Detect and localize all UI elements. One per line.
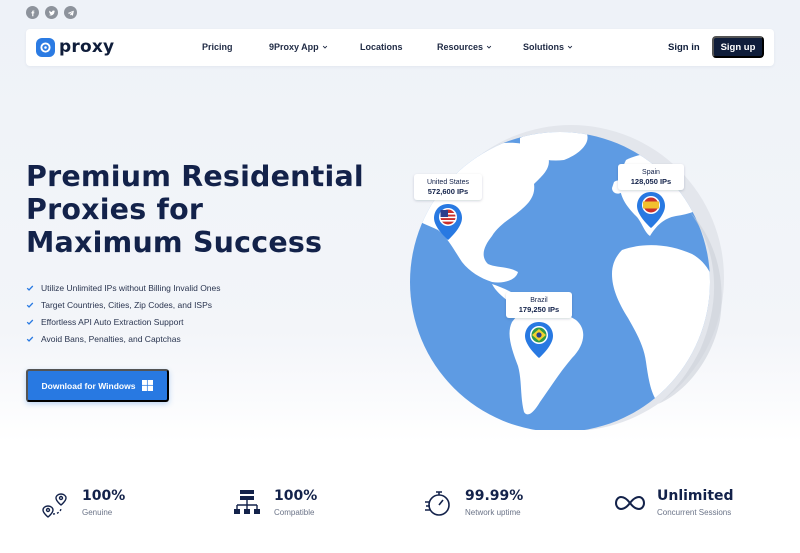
- stat-label: Concurrent Sessions: [657, 508, 732, 517]
- check-icon: [26, 336, 34, 342]
- stat-sessions: Unlimited Concurrent Sessions: [615, 488, 734, 518]
- stat-value: 99.99%: [465, 488, 524, 504]
- headline-line-2: Proxies for: [26, 193, 204, 226]
- check-icon: [26, 319, 34, 325]
- stat-genuine: 100% Genuine: [40, 488, 125, 518]
- feature-list: Utilize Unlimited IPs without Billing In…: [26, 279, 221, 347]
- brand-name: proxy: [59, 37, 115, 57]
- globe-graphic: United States 572,600 IPs Spain 128,050 …: [410, 125, 724, 432]
- download-windows-button[interactable]: Download for Windows: [26, 369, 169, 402]
- nav-locations[interactable]: Locations: [360, 42, 403, 52]
- location-pins-icon: [42, 493, 67, 518]
- chevron-down-icon: [322, 45, 327, 49]
- infinity-icon: [615, 495, 645, 511]
- stat-value: Unlimited: [657, 488, 734, 504]
- headline-line-1: Premium Residential: [26, 160, 364, 193]
- callout-ips: 572,600 IPs: [428, 187, 468, 196]
- stat-value: 100%: [82, 488, 126, 504]
- nav-solutions[interactable]: Solutions: [523, 42, 573, 52]
- globe-illustration: United States 572,600 IPs Spain 128,050 …: [400, 100, 730, 432]
- telegram-icon[interactable]: [64, 6, 77, 19]
- headline-line-3: Maximum Success: [26, 226, 323, 259]
- nav-resources[interactable]: Resources: [437, 42, 492, 52]
- callout-country: Brazil: [530, 297, 548, 304]
- social-links: [26, 6, 77, 19]
- list-item: Effortless API Auto Extraction Support: [26, 313, 221, 330]
- list-item: Target Countries, Cities, Zip Codes, and…: [26, 296, 221, 313]
- brand-logo[interactable]: proxy: [36, 37, 114, 57]
- windows-icon: [142, 380, 154, 391]
- top-navigation: proxy Pricing 9Proxy App Locations Resou…: [26, 29, 774, 66]
- stat-compatible: 100% Compatible: [232, 488, 317, 518]
- check-icon: [26, 285, 34, 291]
- sign-in-link[interactable]: Sign in: [668, 42, 700, 53]
- stopwatch-icon: [425, 491, 450, 516]
- facebook-icon[interactable]: [26, 6, 39, 19]
- nav-9proxy-app[interactable]: 9Proxy App: [269, 42, 328, 52]
- callout-ips: 128,050 IPs: [631, 177, 671, 186]
- stat-value: 100%: [274, 488, 318, 504]
- stats-row: 100% Genuine 100% Compatible 99.99% Netw…: [0, 488, 800, 528]
- proxy-logo-icon: [36, 37, 55, 57]
- stat-label: Network uptime: [465, 508, 521, 517]
- callout-country: United States: [427, 179, 470, 186]
- chevron-down-icon: [486, 45, 492, 49]
- hero-headline: Premium Residential Proxies for Maximum …: [26, 160, 366, 259]
- sign-up-button[interactable]: Sign up: [712, 36, 764, 58]
- stat-label: Genuine: [82, 508, 113, 517]
- callout-ips: 179,250 IPs: [519, 305, 559, 314]
- twitter-icon[interactable]: [45, 6, 58, 19]
- server-network-icon: [234, 490, 260, 514]
- chevron-down-icon: [567, 45, 573, 49]
- list-item: Utilize Unlimited IPs without Billing In…: [26, 279, 221, 296]
- stat-uptime: 99.99% Network uptime: [423, 488, 523, 518]
- nav-pricing[interactable]: Pricing: [202, 42, 233, 52]
- check-icon: [26, 302, 34, 308]
- brazil-flag: [531, 327, 547, 343]
- callout-country: Spain: [642, 169, 660, 176]
- list-item: Avoid Bans, Penalties, and Captchas: [26, 330, 221, 347]
- stat-label: Compatible: [274, 508, 315, 517]
